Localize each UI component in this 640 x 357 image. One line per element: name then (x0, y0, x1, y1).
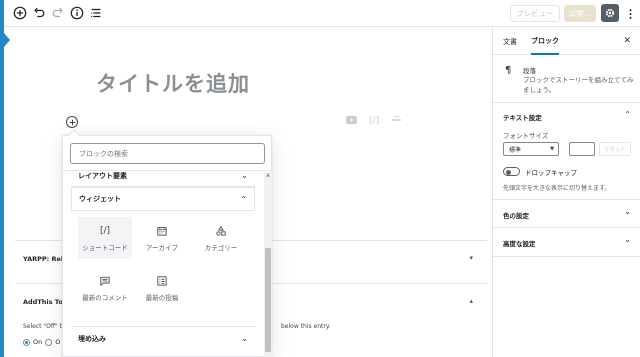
categories-icon (216, 225, 226, 237)
advanced-title: 高度な設定 (503, 240, 536, 248)
info-icon[interactable] (69, 5, 85, 21)
block-navigation-icon[interactable] (88, 5, 104, 21)
radio-on-label: On (33, 338, 43, 346)
layout-panel-toggle[interactable]: レイアウト要素 ⌄ (71, 171, 255, 187)
block-editor: プレビュー 公開… タイトルを追加 [/] YARPP: Rela ▾ AddT… (0, 0, 640, 357)
settings-gear-icon[interactable] (601, 4, 619, 22)
chevron-up-icon[interactable]: ⌃ (624, 110, 631, 119)
embeds-panel-toggle[interactable]: 埋め込み ⌄ (71, 326, 255, 350)
inserter-results: レイアウト要素 ⌄ ウィジェット ⌃ [/] ショートコード アーカイブ カテゴ… (63, 171, 266, 357)
add-block-icon[interactable] (12, 5, 28, 21)
close-icon[interactable]: ✕ (623, 36, 631, 46)
caret-up-icon[interactable]: ▴ (469, 297, 473, 305)
text-settings-title[interactable]: テキスト設定 (503, 112, 542, 122)
addthis-help-text-right: below this entry. (281, 323, 331, 330)
settings-sidebar: 文書 ブロック ✕ ¶ 段落 ブロックでストーリーを組み立ててみましょう。 テキ… (492, 28, 640, 357)
publish-button[interactable]: 公開… (564, 5, 596, 22)
block-inserter-popover: ブロックの検索 レイアウト要素 ⌄ ウィジェット ⌃ [/] ショートコード ア… (62, 129, 272, 357)
inserter-scrollbar[interactable]: ▲ (264, 172, 272, 357)
more-menu-icon[interactable] (624, 5, 636, 22)
block-item-label: ショートコード (82, 244, 128, 252)
block-card-title: 段落 (523, 67, 536, 75)
block-card-description: ブロックでストーリーを組み立ててみましょう。 (523, 76, 634, 94)
scroll-up-icon[interactable]: ▲ (264, 172, 272, 179)
addthis-help-text: Select "Off" t (23, 323, 63, 330)
scrollbar-thumb[interactable] (265, 248, 271, 352)
block-search-input[interactable]: ブロックの検索 (70, 143, 265, 164)
block-card: ¶ 段落 ブロックでストーリーを組み立ててみましょう。 (493, 56, 640, 103)
widgets-panel-label: ウィジェット (79, 195, 121, 203)
sidebar-tabs: 文書 ブロック ✕ (493, 28, 640, 55)
chevron-down-icon: ⌄ (241, 171, 248, 180)
block-item-archives[interactable]: アーカイブ (135, 217, 189, 259)
block-item-label: 最新の投稿 (145, 294, 179, 302)
color-settings-panel[interactable]: 色の設定 ⌄ (493, 200, 640, 228)
block-item-latest-comments[interactable]: 最新のコメント (78, 267, 132, 309)
select-arrow-icon: ▼ (550, 146, 554, 152)
quick-inserter-icons: [/] (346, 115, 402, 127)
block-item-categories[interactable]: カテゴリー (194, 217, 248, 259)
shortcode-quick-icon[interactable]: [/] (369, 116, 379, 127)
radio-off[interactable] (45, 338, 53, 346)
popover-arrow (68, 129, 80, 141)
advanced-panel[interactable]: 高度な設定 ⌄ (493, 228, 640, 257)
block-item-latest-posts[interactable]: 最新の投稿 (135, 267, 189, 309)
chevron-up-icon: ⌃ (240, 194, 247, 204)
font-size-value: 標準 (509, 146, 522, 154)
admin-menu-arrow (4, 33, 10, 47)
inline-inserter-icon[interactable] (66, 116, 78, 128)
undo-icon[interactable] (31, 5, 47, 21)
text-settings-panel: テキスト設定 ⌃ フォントサイズ 標準 ▼ リセット ドロップキャップ 先頭文字… (493, 103, 640, 200)
addthis-radio-group: On O (23, 338, 60, 346)
chevron-down-icon: ⌄ (624, 235, 631, 244)
widgets-panel-toggle[interactable]: ウィジェット ⌃ (71, 187, 255, 211)
radio-on[interactable] (23, 338, 30, 346)
chevron-down-icon: ⌄ (241, 334, 248, 343)
embeds-panel-label: 埋め込み (78, 334, 106, 343)
font-size-reset-button[interactable]: リセット (599, 142, 631, 156)
layout-panel-label: レイアウト要素 (78, 171, 127, 180)
font-size-label: フォントサイズ (503, 132, 549, 140)
latest-posts-icon (157, 275, 167, 287)
radio-off-label: O (55, 338, 61, 346)
block-item-shortcode[interactable]: [/] ショートコード (78, 217, 132, 259)
latest-comments-icon (100, 275, 110, 287)
tab-document[interactable]: 文書 (503, 28, 517, 55)
preview-button[interactable]: プレビュー (510, 5, 560, 22)
custom-font-size-input[interactable] (569, 142, 595, 156)
youtube-icon[interactable] (346, 116, 357, 127)
archive-icon (157, 225, 167, 237)
drop-cap-help: 先頭文字を大きな表示に切り替えます。 (503, 185, 611, 192)
tab-block[interactable]: ブロック (531, 28, 559, 55)
shortcode-icon: [/] (99, 226, 111, 236)
chevron-down-icon: ⌄ (624, 207, 631, 216)
redo-icon[interactable] (50, 5, 66, 21)
admin-menu-strip (0, 0, 4, 357)
font-size-select[interactable]: 標準 ▼ (503, 142, 559, 156)
addthis-metabox-title[interactable]: AddThis Too (23, 298, 67, 306)
block-item-label: カテゴリー (204, 244, 238, 252)
paragraph-icon: ¶ (505, 65, 512, 76)
color-settings-title: 色の設定 (503, 212, 529, 220)
drop-cap-toggle[interactable] (503, 167, 520, 176)
caret-down-icon[interactable]: ▾ (469, 254, 473, 262)
yarpp-metabox-title[interactable]: YARPP: Rela (23, 255, 68, 263)
block-item-label: アーカイブ (145, 244, 179, 252)
separator-quick-icon[interactable] (391, 115, 402, 127)
drop-cap-label: ドロップキャップ (525, 169, 577, 177)
post-title-input[interactable]: タイトルを追加 (96, 68, 250, 98)
block-item-label: 最新のコメント (82, 294, 128, 302)
editor-toolbar: プレビュー 公開… (4, 0, 640, 27)
